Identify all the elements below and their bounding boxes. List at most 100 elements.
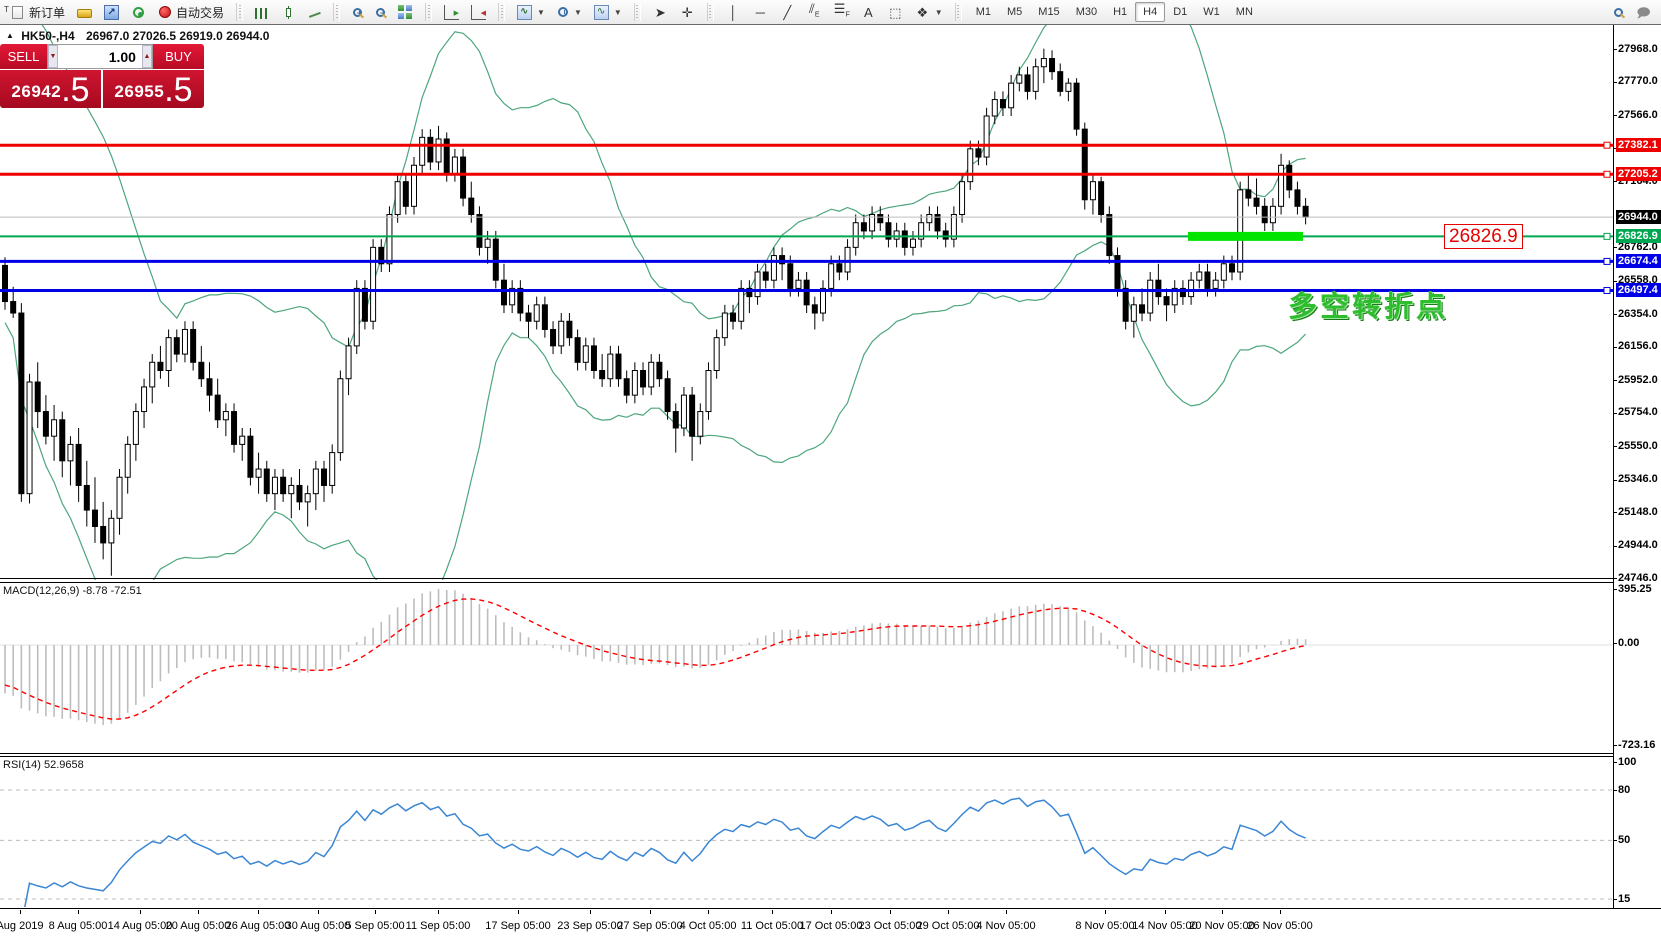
trendline-button[interactable]: ╱ [774, 2, 801, 23]
macd-axis-tick [1613, 589, 1617, 590]
cursor-icon: ➤ [653, 5, 668, 20]
cursor-button[interactable]: ➤ [647, 2, 674, 23]
time-axis-tick [1006, 910, 1007, 914]
macd-label: MACD(12,26,9) -8.78 -72.51 [3, 585, 142, 597]
buy-price[interactable]: 26955 .5 [103, 70, 204, 108]
macd-axis-tick [1613, 745, 1617, 746]
price-axis-tick [1613, 49, 1617, 50]
crosshair-button[interactable]: ✛ [674, 2, 701, 23]
time-axis-label: 11 Oct 05:00 [741, 920, 803, 932]
crosshair-icon: ✛ [680, 5, 695, 20]
line-chart-button[interactable] [301, 4, 327, 21]
rsi-axis-label: 50 [1618, 834, 1630, 846]
auto-scroll-icon [444, 5, 459, 20]
search-icon [1614, 8, 1623, 17]
chart-ohlc: 26967.0 27026.5 26919.0 26944.0 [86, 29, 270, 43]
indicators-button[interactable]: ▼ [511, 2, 551, 23]
search-button[interactable] [1607, 4, 1630, 21]
toolbar-separator [236, 3, 243, 21]
chart-symbol: HK50-,H4 [21, 29, 74, 43]
macd-axis-label: 395.25 [1618, 583, 1652, 595]
timeframe-button-m1[interactable]: M1 [968, 2, 999, 22]
new-order-button[interactable]: 新订单 [4, 1, 71, 24]
time-axis-label: 5 Sep 05:00 [345, 920, 404, 932]
timeframe-button-m5[interactable]: M5 [999, 2, 1030, 22]
chat-button[interactable]: 🗩 [1630, 2, 1657, 23]
time-axis-label: 23 Sep 05:00 [557, 920, 622, 932]
timeframe-button-m15[interactable]: M15 [1030, 2, 1067, 22]
templates-button[interactable]: ▼ [588, 2, 628, 23]
buy-button[interactable]: BUY [153, 44, 204, 69]
time-axis-label: 17 Oct 05:00 [800, 920, 863, 932]
time-axis-tick [1105, 910, 1106, 914]
sell-price-main: 26942 [11, 82, 61, 102]
sell-button[interactable]: SELL [0, 44, 47, 69]
price-axis-tick [1613, 480, 1617, 481]
timeframe-button-w1[interactable]: W1 [1195, 2, 1228, 22]
price-tag-26497.4: 26497.4 [1616, 283, 1661, 297]
zoom-out-icon: − [376, 8, 385, 17]
time-axis-tick [1280, 910, 1281, 914]
zoom-out-button[interactable]: − [369, 4, 392, 21]
timeframe-button-mn[interactable]: MN [1228, 2, 1261, 22]
time-axis-tick [650, 910, 651, 914]
buy-price-frac: .5 [164, 75, 192, 105]
timeframe-button-h1[interactable]: H1 [1105, 2, 1135, 22]
volume-decrease-button[interactable]: ▼ [48, 45, 58, 68]
signals-button[interactable] [125, 2, 152, 23]
label-icon: ⬚T [888, 5, 903, 20]
turning-point-annotation[interactable]: 多空转折点 [1288, 283, 1448, 325]
shapes-button[interactable]: ❖▼ [909, 2, 949, 23]
label-button[interactable]: ⬚T [882, 2, 909, 23]
sell-price-frac: .5 [61, 75, 89, 105]
auto-trading-button[interactable]: 自动交易 [152, 1, 230, 24]
time-axis-tick [708, 910, 709, 914]
tile-windows-button[interactable] [392, 2, 419, 23]
price-tag-26674.4: 26674.4 [1616, 254, 1661, 268]
fibonacci-button[interactable]: ☰F [828, 0, 855, 26]
chart-shift-button[interactable] [465, 2, 492, 23]
buy-price-main: 26955 [114, 82, 164, 102]
price-axis-label: 25148.0 [1618, 506, 1658, 518]
publish-button[interactable]: ↗ [98, 2, 125, 23]
deposit-button[interactable] [71, 3, 98, 21]
channel-button[interactable]: ⫽E [801, 0, 828, 26]
price-axis-border [1613, 25, 1614, 909]
price-axis-tick [1613, 281, 1617, 282]
time-axis-label: 23 Oct 05:00 [859, 920, 922, 932]
timeframe-button-m30[interactable]: M30 [1068, 2, 1105, 22]
panel-separator[interactable] [0, 582, 1613, 583]
chart-canvas[interactable] [0, 0, 1661, 947]
auto-scroll-button[interactable] [438, 2, 465, 23]
price-tag-27382.1: 27382.1 [1616, 138, 1661, 152]
time-axis-tick [78, 910, 79, 914]
time-axis-label: Aug 2019 [0, 920, 44, 932]
volume-input[interactable] [58, 45, 142, 68]
timeframe-button-d1[interactable]: D1 [1165, 2, 1195, 22]
volume-increase-button[interactable]: ▲ [142, 45, 152, 68]
time-axis-label: 20 Aug 05:00 [166, 920, 231, 932]
price-axis-tick [1613, 512, 1617, 513]
time-axis-label: 4 Nov 05:00 [976, 920, 1035, 932]
time-axis-tick [258, 910, 259, 914]
one-click-trading-panel: SELL ▼ ▲ BUY 26942 .5 26955 .5 [0, 44, 204, 108]
panel-separator[interactable] [0, 578, 1613, 579]
panel-separator[interactable] [0, 753, 1613, 754]
zoom-in-button[interactable]: + [346, 4, 369, 21]
time-axis-tick [1222, 910, 1223, 914]
panel-separator[interactable] [0, 756, 1613, 757]
vertical-line-button[interactable]: │ [720, 2, 747, 23]
candlestick-button[interactable] [276, 3, 301, 22]
rsi-axis-tick [1613, 840, 1617, 841]
horizontal-line-button[interactable]: ─ [747, 2, 774, 23]
symbol-triangle-icon: ▲ [6, 31, 14, 40]
time-axis-tick [948, 910, 949, 914]
bar-chart-button[interactable] [249, 3, 276, 22]
timeframe-button-h4[interactable]: H4 [1135, 2, 1165, 22]
sell-price[interactable]: 26942 .5 [0, 70, 103, 108]
price-level-annotation[interactable]: 26826.9 [1444, 224, 1523, 249]
text-button[interactable]: A [855, 2, 882, 23]
dropdown-arrow-icon: ▼ [935, 8, 943, 17]
periods-button[interactable]: ▼ [551, 3, 588, 21]
time-axis-label: 20 Nov 05:00 [1189, 920, 1254, 932]
